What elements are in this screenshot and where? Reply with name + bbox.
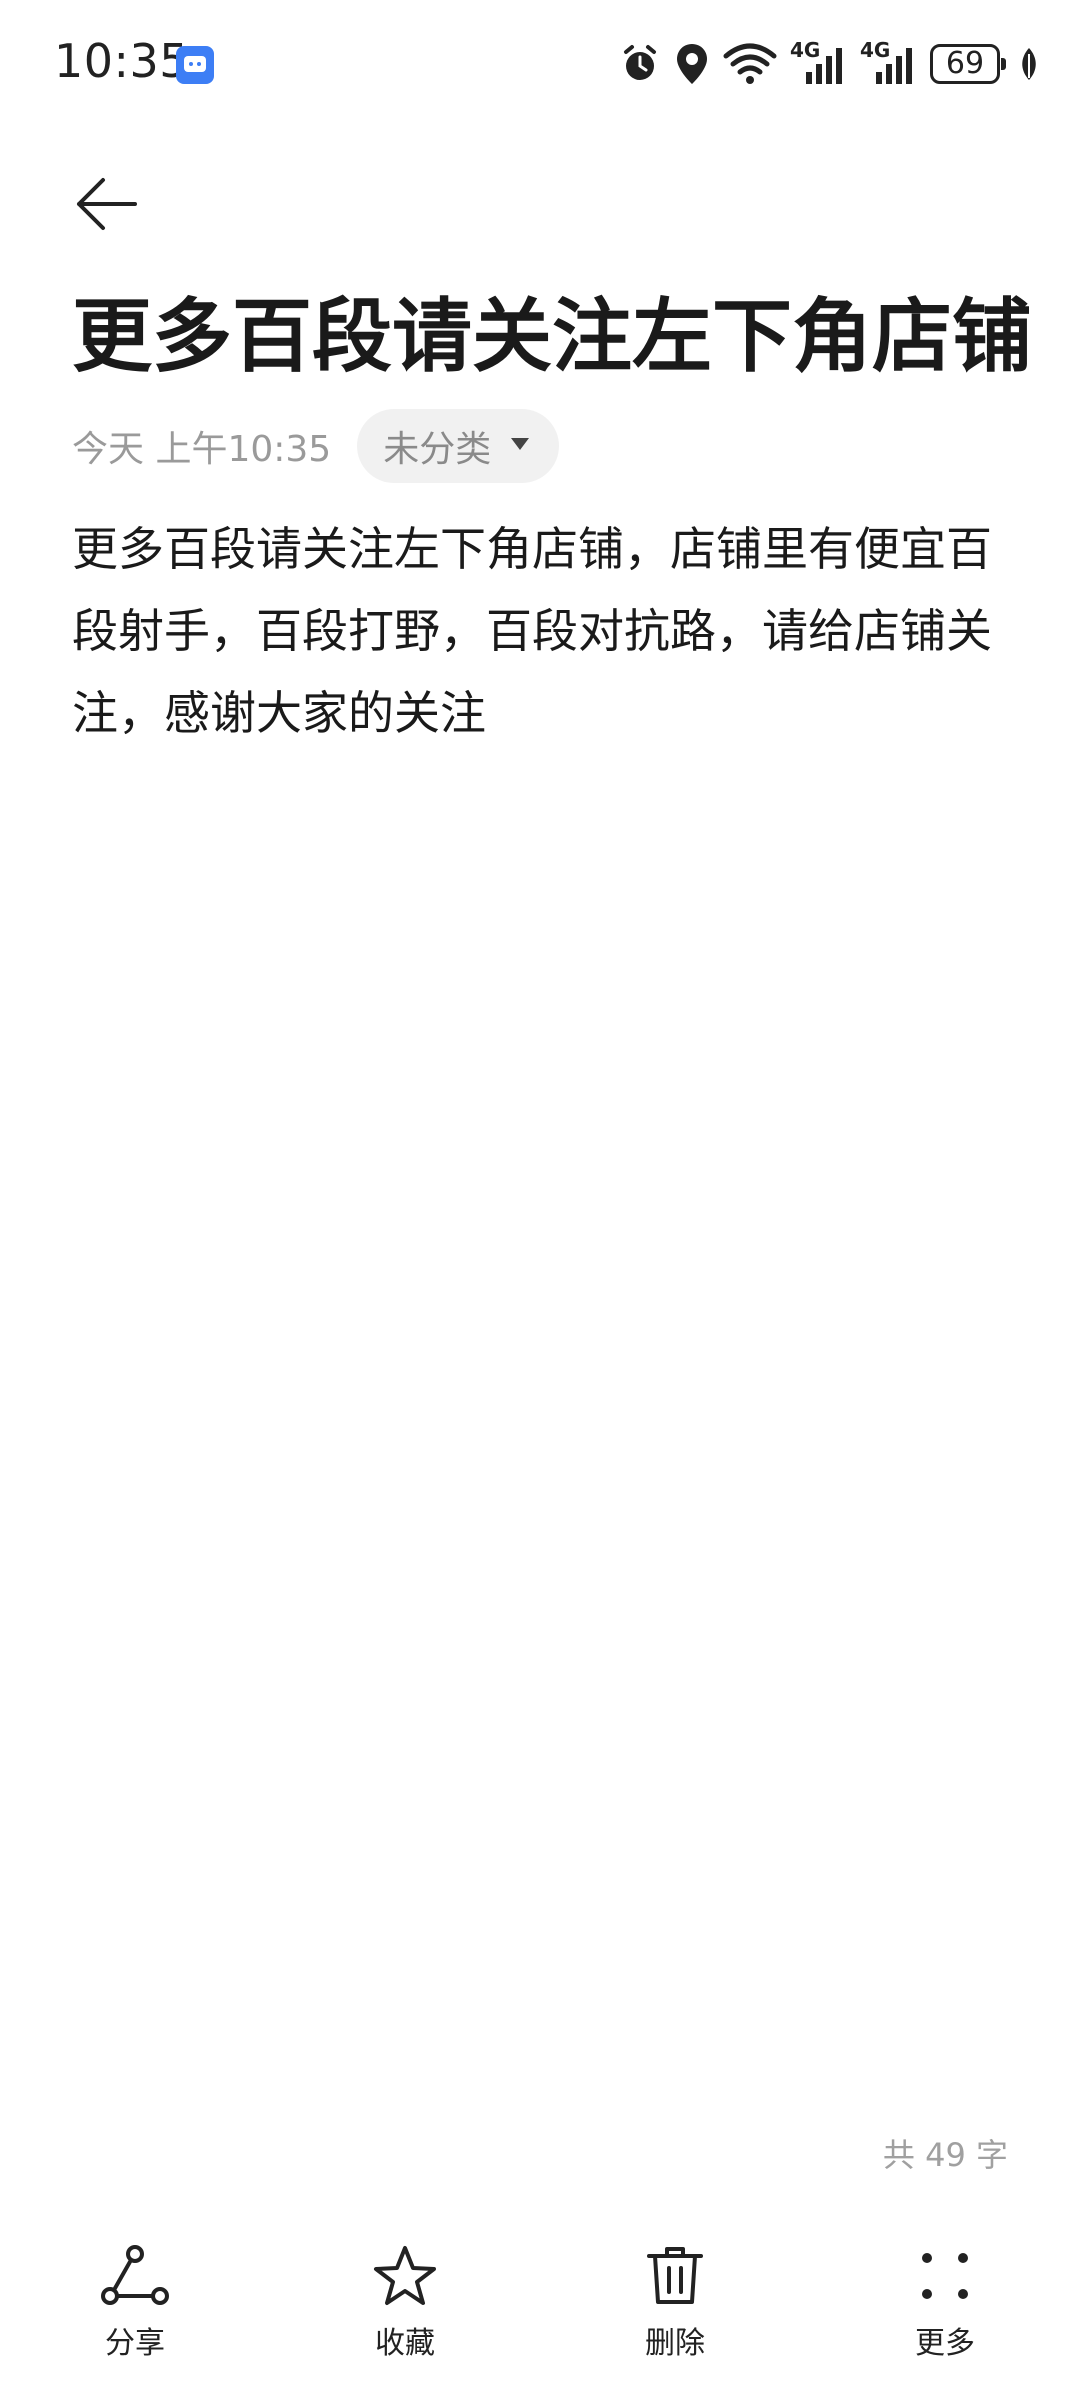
battery-level: 69 bbox=[945, 46, 985, 81]
favorite-button[interactable]: 收藏 bbox=[270, 2240, 540, 2388]
network-type-label: 4G bbox=[860, 38, 891, 62]
note-meta: 今天 上午10:35 未分类 bbox=[72, 408, 560, 484]
leaf-icon bbox=[1018, 46, 1040, 82]
category-dropdown[interactable]: 未分类 bbox=[357, 409, 560, 483]
dots-icon bbox=[909, 2240, 981, 2312]
status-time: 10:35 bbox=[54, 34, 190, 88]
chat-app-icon bbox=[176, 46, 214, 84]
triangle-down-icon bbox=[509, 436, 531, 456]
location-icon bbox=[674, 42, 710, 86]
status-bar: 10:35 4G 4G 69 bbox=[0, 0, 1080, 130]
favorite-label: 收藏 bbox=[375, 2326, 435, 2361]
status-icons: 4G 4G 69 bbox=[618, 36, 1040, 92]
battery-icon: 69 bbox=[930, 44, 1006, 84]
signal-icon: 4G bbox=[860, 38, 918, 86]
note-date: 今天 上午10:35 bbox=[72, 429, 332, 470]
wifi-icon bbox=[722, 42, 778, 86]
bottom-toolbar: 分享 收藏 删除 更多 bbox=[0, 2240, 1080, 2388]
word-count: 共 49 字 bbox=[882, 2136, 1008, 2174]
category-label: 未分类 bbox=[383, 429, 492, 470]
arrow-left-icon bbox=[73, 174, 139, 238]
more-label: 更多 bbox=[915, 2326, 975, 2361]
alarm-icon bbox=[618, 42, 662, 86]
more-button[interactable]: 更多 bbox=[810, 2240, 1080, 2388]
delete-button[interactable]: 删除 bbox=[540, 2240, 810, 2388]
back-button[interactable] bbox=[68, 168, 144, 244]
note-title[interactable]: 更多百段请关注左下角店铺 bbox=[72, 282, 1032, 392]
network-type-label: 4G bbox=[790, 38, 821, 62]
share-button[interactable]: 分享 bbox=[0, 2240, 270, 2388]
share-icon bbox=[99, 2240, 171, 2312]
signal-icon: 4G bbox=[790, 38, 848, 86]
trash-icon bbox=[639, 2240, 711, 2312]
share-label: 分享 bbox=[105, 2326, 165, 2361]
note-body[interactable]: 更多百段请关注左下角店铺，店铺里有便宜百段射手，百段打野，百段对抗路，请给店铺关… bbox=[72, 508, 1012, 754]
star-icon bbox=[369, 2240, 441, 2312]
delete-label: 删除 bbox=[645, 2326, 705, 2361]
